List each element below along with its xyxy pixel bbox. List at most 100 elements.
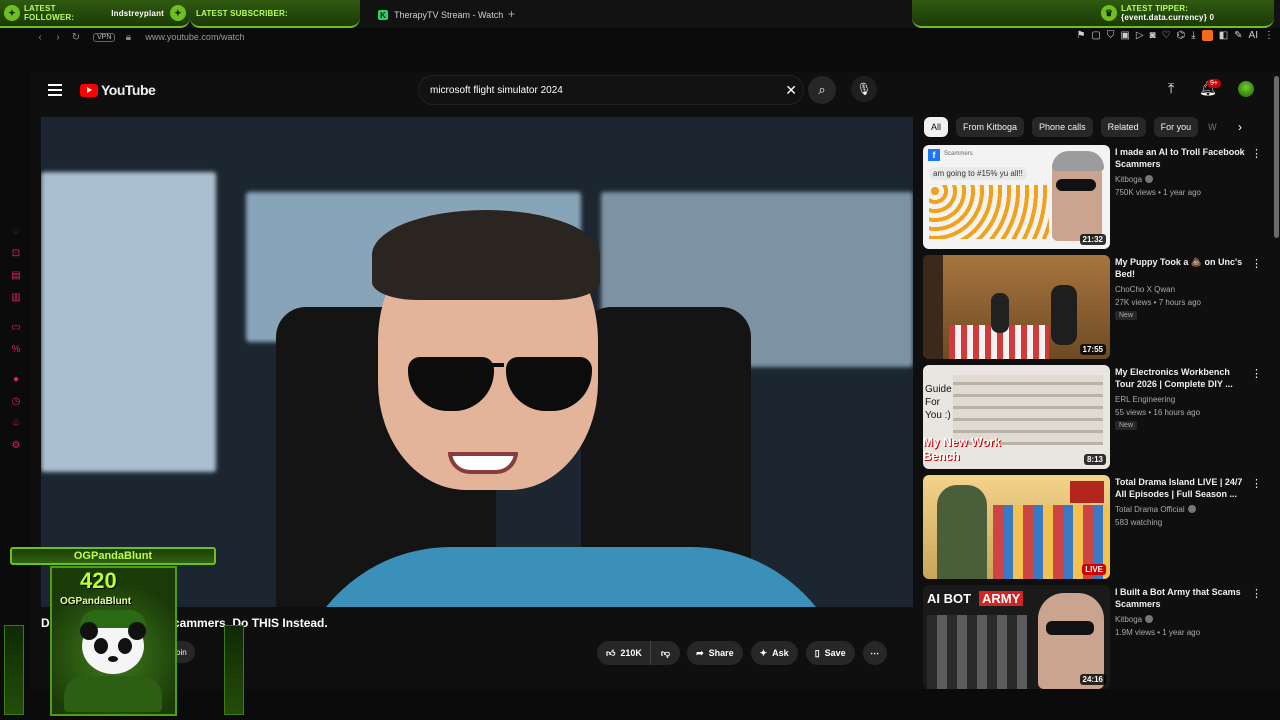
extension-toolbar: ⚑ ▢ ⛉ ▣ ▷ ◙ ♡ ⌬ ⤓ ◧ ✎ AI ⋮ [1076, 30, 1274, 41]
chip-related[interactable]: Related [1100, 117, 1146, 137]
latest-subscriber-label: LATEST SUBSCRIBER: [196, 8, 288, 18]
ask-label: Ask [772, 648, 789, 658]
chip-from-kitboga[interactable]: From Kitboga [956, 117, 1025, 137]
sparkle-icon: ✦ [759, 647, 768, 658]
search-button[interactable]: ⌕ [808, 76, 836, 104]
rec-title[interactable]: My Puppy Took a 💩 on Unc's Bed! [1115, 256, 1245, 280]
video-thumbnail[interactable]: Guide For You :) My New Work Bench 8:13 [923, 365, 1110, 469]
pen-icon[interactable]: ✎ [1234, 30, 1242, 41]
voice-search-button[interactable]: 🎙︎ [851, 76, 877, 102]
more-actions-button[interactable]: ⋯ [862, 641, 887, 665]
rec-title[interactable]: I made an AI to Troll Facebook Scammers [1115, 146, 1245, 170]
thumb-caption: My New Work Bench [923, 435, 1001, 463]
live-badge: LIVE [1082, 564, 1106, 575]
video-thumbnail[interactable]: 17:55 [923, 255, 1110, 359]
more-vert-icon[interactable]: ⋮ [1251, 367, 1262, 380]
chip-phone-calls[interactable]: Phone calls [1032, 117, 1093, 137]
message-icon[interactable]: ▣ [1120, 30, 1129, 41]
settings-icon[interactable]: ⚙ [10, 439, 22, 453]
person-thumb [1051, 285, 1077, 345]
more-vert-icon[interactable]: ⋮ [1251, 147, 1262, 160]
dislike-button[interactable]: 👎︎ [649, 641, 681, 665]
recommendation-item[interactable]: 17:55 My Puppy Took a 💩 on Unc's Bed! Ch… [923, 255, 1273, 359]
like-button[interactable]: 👍︎ 210K [597, 641, 650, 665]
extensions-icon[interactable]: ⌬ [1177, 30, 1186, 41]
recommendation-item[interactable]: LIVE Total Drama Island LIVE | 24/7 All … [923, 475, 1273, 579]
rec-channel[interactable]: ChoCho X Qwan [1115, 284, 1175, 296]
record-icon[interactable]: ● [10, 373, 22, 387]
browser-tab[interactable]: K TherapyTV Stream - Watch [378, 6, 503, 24]
more-vert-icon[interactable]: ⋮ [1251, 587, 1262, 600]
percent-icon[interactable]: % [10, 343, 22, 357]
back-icon[interactable]: ‹ [31, 32, 49, 43]
radio-icon[interactable]: ◌ [10, 225, 22, 239]
thumb-caption: am going to #15% yu all!! [929, 167, 1027, 180]
save-label: Save [824, 648, 846, 658]
panda-eye [118, 638, 132, 654]
download-icon[interactable]: ⤓ [1191, 30, 1195, 41]
video-thumbnail[interactable]: f Scammers am going to #15% yu all!! 21:… [923, 145, 1110, 249]
account-avatar[interactable] [1238, 81, 1254, 97]
rec-title[interactable]: Total Drama Island LIVE | 24/7 All Episo… [1115, 476, 1245, 500]
door [923, 255, 943, 359]
youtube-logo[interactable]: YouTube [80, 82, 156, 98]
menu-icon[interactable]: ⋮ [1264, 30, 1274, 41]
latest-tipper-label: LATEST TIPPER: [1121, 4, 1189, 13]
shield-icon[interactable]: ⛉ [1107, 30, 1115, 41]
video-thumbnail[interactable]: LIVE [923, 475, 1110, 579]
thumbs-up-icon: 👍︎ [606, 647, 616, 658]
gallery-icon[interactable]: ▤ [10, 269, 22, 283]
screenshot-icon[interactable]: ▢ [1091, 30, 1100, 41]
upload-icon[interactable]: ⤒ [1168, 80, 1174, 97]
camera-icon[interactable]: ◙ [1150, 30, 1156, 41]
wallet-icon[interactable]: ▥ [10, 291, 22, 305]
overlay-pillar [224, 625, 244, 715]
rec-title[interactable]: I Built a Bot Army that Scams Scammers [1115, 586, 1245, 610]
share-label: Share [708, 648, 734, 658]
ai-button[interactable]: AI [1249, 30, 1258, 41]
rec-channel[interactable]: Total Drama Official [1115, 504, 1196, 516]
chevron-right-icon[interactable]: › [1238, 120, 1242, 134]
more-vert-icon[interactable]: ⋮ [1251, 257, 1262, 270]
video-thumbnail[interactable]: AI BOT ARMY 24:16 [923, 585, 1110, 689]
rec-channel[interactable]: Kitboga [1115, 174, 1154, 186]
rec-channel[interactable]: ERL Engineering [1115, 394, 1175, 406]
bag-icon[interactable]: ⊡ [10, 247, 22, 261]
chip-more[interactable]: W [1206, 117, 1220, 137]
url-text[interactable]: www.youtube.com/watch [145, 32, 244, 42]
youtube-play-icon [80, 83, 98, 97]
recommendation-item[interactable]: Guide For You :) My New Work Bench 8:13 … [923, 365, 1273, 469]
wallet-icon[interactable]: ◧ [1219, 30, 1228, 41]
save-button[interactable]: ▯ Save [805, 641, 855, 665]
lock-icon[interactable]: 🔒︎ [119, 32, 137, 43]
history-icon[interactable]: ◷ [10, 395, 22, 409]
recommendation-item[interactable]: AI BOT ARMY 24:16 I Built a Bot Army tha… [923, 585, 1273, 689]
new-tab-icon[interactable]: + [508, 8, 520, 20]
heart-icon[interactable]: ♡ [1162, 30, 1171, 41]
chip-for-you[interactable]: For you [1153, 117, 1199, 137]
bookmark-icon[interactable]: ⚑ [1076, 30, 1085, 41]
vpn-badge[interactable]: VPN [93, 32, 116, 42]
more-vert-icon[interactable]: ⋮ [1251, 477, 1262, 490]
ask-button[interactable]: ✦ Ask [750, 641, 798, 665]
leaf-icon[interactable]: ♧ [10, 417, 22, 431]
scrollbar-thumb[interactable] [1274, 76, 1279, 238]
background-monitor [41, 172, 216, 472]
show-logo [1070, 481, 1104, 503]
video-duration: 17:55 [1079, 344, 1106, 355]
reload-icon[interactable]: ↻ [67, 32, 85, 43]
chat-icon[interactable]: ▭ [10, 321, 22, 335]
forward-icon[interactable]: › [49, 32, 67, 43]
rec-title[interactable]: My Electronics Workbench Tour 2026 | Com… [1115, 366, 1245, 390]
recommendation-item[interactable]: f Scammers am going to #15% yu all!! 21:… [923, 145, 1273, 249]
rec-channel[interactable]: Kitboga [1115, 614, 1154, 626]
search-input[interactable]: microsoft flight simulator 2024 ✕ [418, 75, 804, 105]
clear-search-icon[interactable]: ✕ [785, 82, 797, 99]
brave-icon[interactable] [1201, 30, 1213, 41]
video-duration: 24:16 [1079, 674, 1106, 685]
share-button[interactable]: ➦ Share [687, 641, 743, 665]
chip-all[interactable]: All [924, 117, 949, 137]
video-player[interactable] [41, 117, 913, 607]
menu-icon[interactable] [48, 84, 62, 96]
play-icon[interactable]: ▷ [1136, 30, 1144, 41]
